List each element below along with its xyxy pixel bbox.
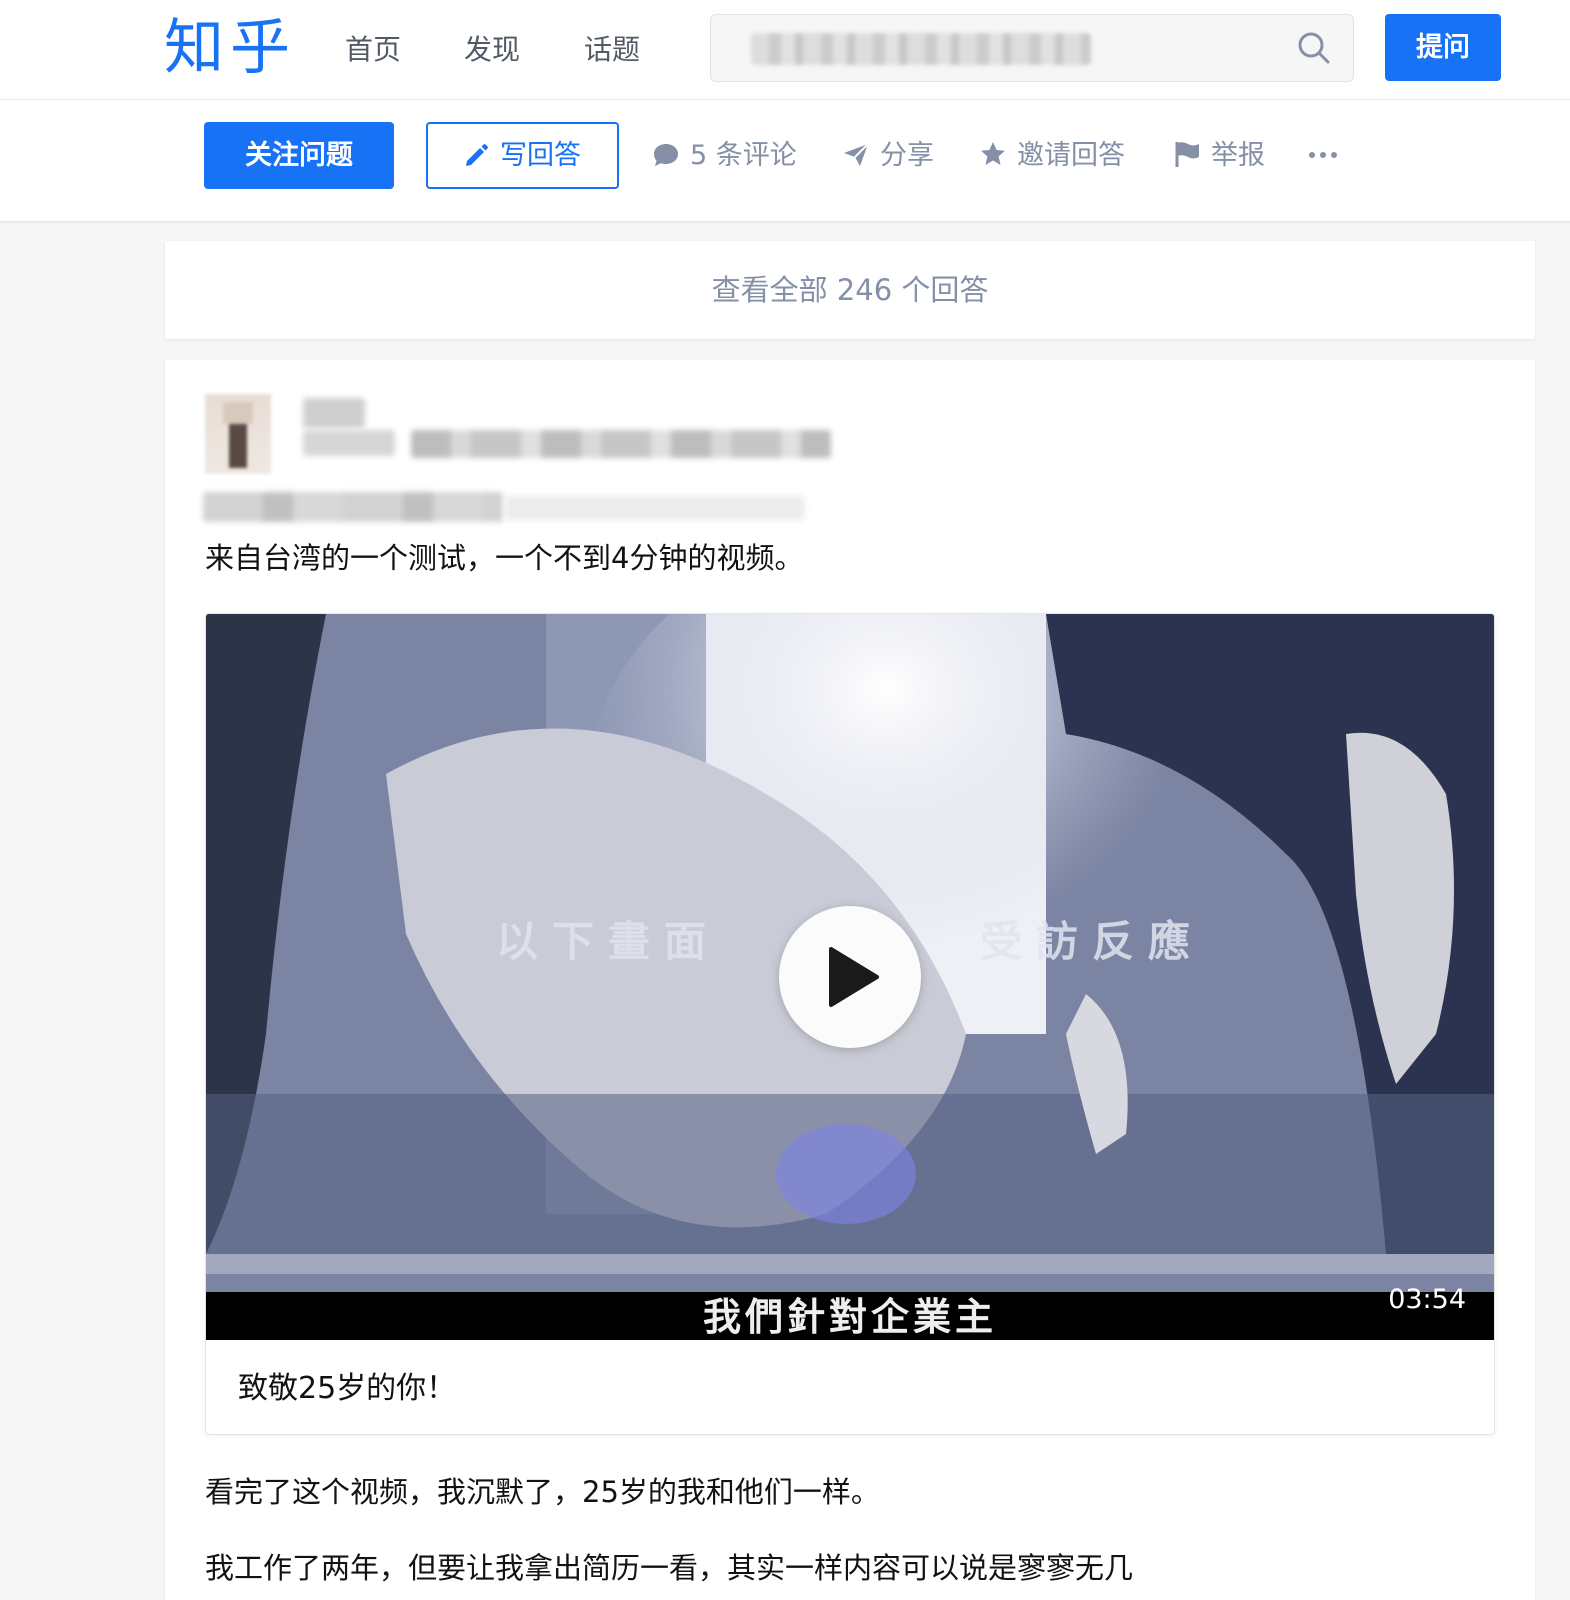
invite-answer-label: 邀请回答: [1017, 140, 1125, 171]
video-title[interactable]: 致敬25岁的你！: [238, 1369, 456, 1409]
blurred-upvote-info-extra: [505, 496, 805, 520]
answer-intro-text: 来自台湾的一个测试，一个不到4分钟的视频。: [205, 541, 804, 575]
blurred-search-query: [751, 33, 1091, 65]
paper-plane-icon: [844, 143, 869, 166]
play-icon: [829, 947, 879, 1007]
blurred-author-headline: [411, 430, 831, 458]
share-button[interactable]: 分享: [842, 136, 934, 176]
report-button[interactable]: 举报: [1173, 136, 1265, 176]
top-navigation-bar: 知乎 首页 发现 话题 提问: [0, 0, 1570, 100]
more-options-icon[interactable]: [1308, 150, 1338, 160]
comments-button[interactable]: 5 条评论: [652, 136, 797, 176]
flag-icon: [1175, 142, 1199, 167]
question-action-bar: 关注问题 写回答 5 条评论 分享 邀请回答 举报: [0, 100, 1570, 222]
search-input[interactable]: [710, 14, 1354, 82]
follow-question-button[interactable]: 关注问题: [204, 122, 394, 189]
ask-question-button[interactable]: 提问: [1385, 14, 1501, 81]
video-card[interactable]: 以下畫面 受訪反應 我們針對企業主 03:54 致敬25岁的你！: [205, 613, 1495, 1435]
blurred-author-name[interactable]: [303, 398, 365, 428]
answer-paragraph-1: 看完了这个视频，我沉默了，25岁的我和他们一样。: [205, 1475, 880, 1509]
comments-count-label: 5 条评论: [690, 140, 797, 171]
comment-bubble-icon: [654, 144, 678, 166]
author-avatar[interactable]: [205, 394, 271, 474]
report-label: 举报: [1211, 140, 1265, 171]
share-label: 分享: [880, 140, 934, 171]
nav-discover[interactable]: 发现: [464, 30, 520, 70]
answer-paragraph-2: 我工作了两年，但要让我拿出简历一看，其实一样内容可以说是寥寥无几: [205, 1551, 1134, 1585]
invite-answer-button[interactable]: 邀请回答: [979, 136, 1125, 176]
nav-home[interactable]: 首页: [345, 30, 401, 70]
video-subtitle-bottom: 我們針對企業主: [702, 1294, 997, 1339]
pencil-icon: [466, 144, 488, 166]
write-answer-label: 写回答: [500, 140, 581, 171]
nav-topics[interactable]: 话题: [584, 30, 640, 70]
star-icon: [981, 142, 1005, 165]
search-icon[interactable]: [1297, 31, 1331, 65]
blurred-author-badge: [303, 430, 395, 456]
video-player[interactable]: 以下畫面 受訪反應 我們針對企業主 03:54: [206, 614, 1494, 1340]
zhihu-logo[interactable]: 知乎: [164, 10, 296, 86]
view-all-answers-link[interactable]: 查看全部 246 个回答: [165, 241, 1535, 339]
play-button[interactable]: [779, 906, 921, 1048]
answer-card: 来自台湾的一个测试，一个不到4分钟的视频。 以下畫面 受訪反應 我們針對企業主 …: [165, 360, 1535, 1600]
video-duration: 03:54: [1388, 1284, 1466, 1315]
blurred-upvote-info: [203, 492, 503, 522]
write-answer-button[interactable]: 写回答: [426, 122, 619, 189]
